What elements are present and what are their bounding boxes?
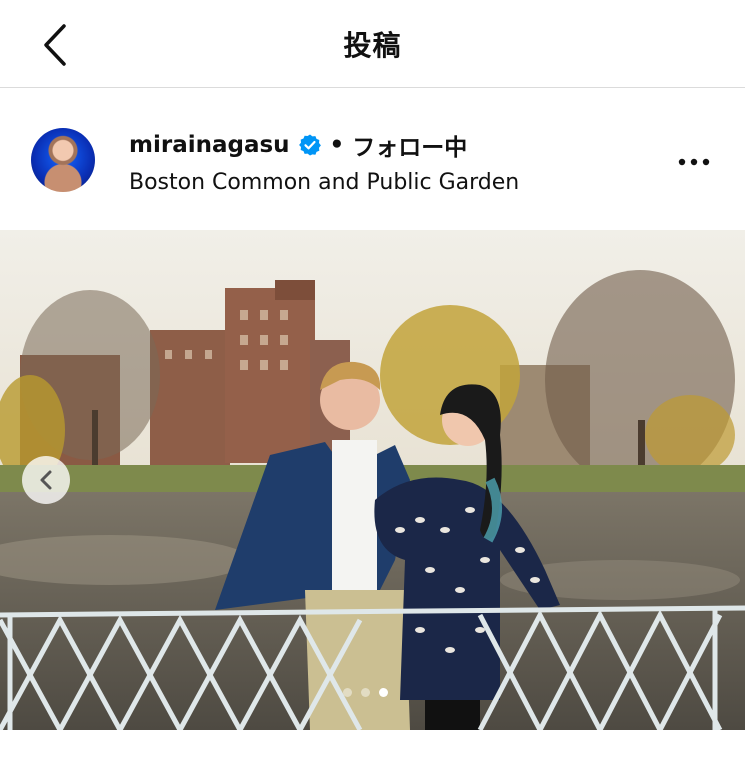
verified-badge-icon [298, 134, 321, 156]
carousel-dot-active [379, 688, 388, 697]
carousel-dot [343, 688, 352, 697]
page-title: 投稿 [343, 29, 402, 62]
carousel-dot [361, 688, 370, 697]
username-row: mirainagasu • フォロー中 [129, 128, 467, 162]
top-bar: 投稿 [0, 0, 745, 88]
post-photo[interactable] [0, 230, 745, 730]
separator-dot: • [329, 132, 345, 158]
chevron-left-icon [40, 470, 52, 490]
more-options-icon[interactable] [676, 156, 712, 168]
carousel-indicator [343, 688, 388, 697]
avatar[interactable] [31, 128, 95, 192]
carousel-prev-button[interactable] [22, 456, 70, 504]
follow-status-button[interactable]: フォロー中 [352, 128, 467, 162]
location-link[interactable]: Boston Common and Public Garden [129, 170, 519, 195]
post-header: mirainagasu • フォロー中 Boston Common and Pu… [0, 88, 745, 230]
username-link[interactable]: mirainagasu [129, 132, 290, 158]
